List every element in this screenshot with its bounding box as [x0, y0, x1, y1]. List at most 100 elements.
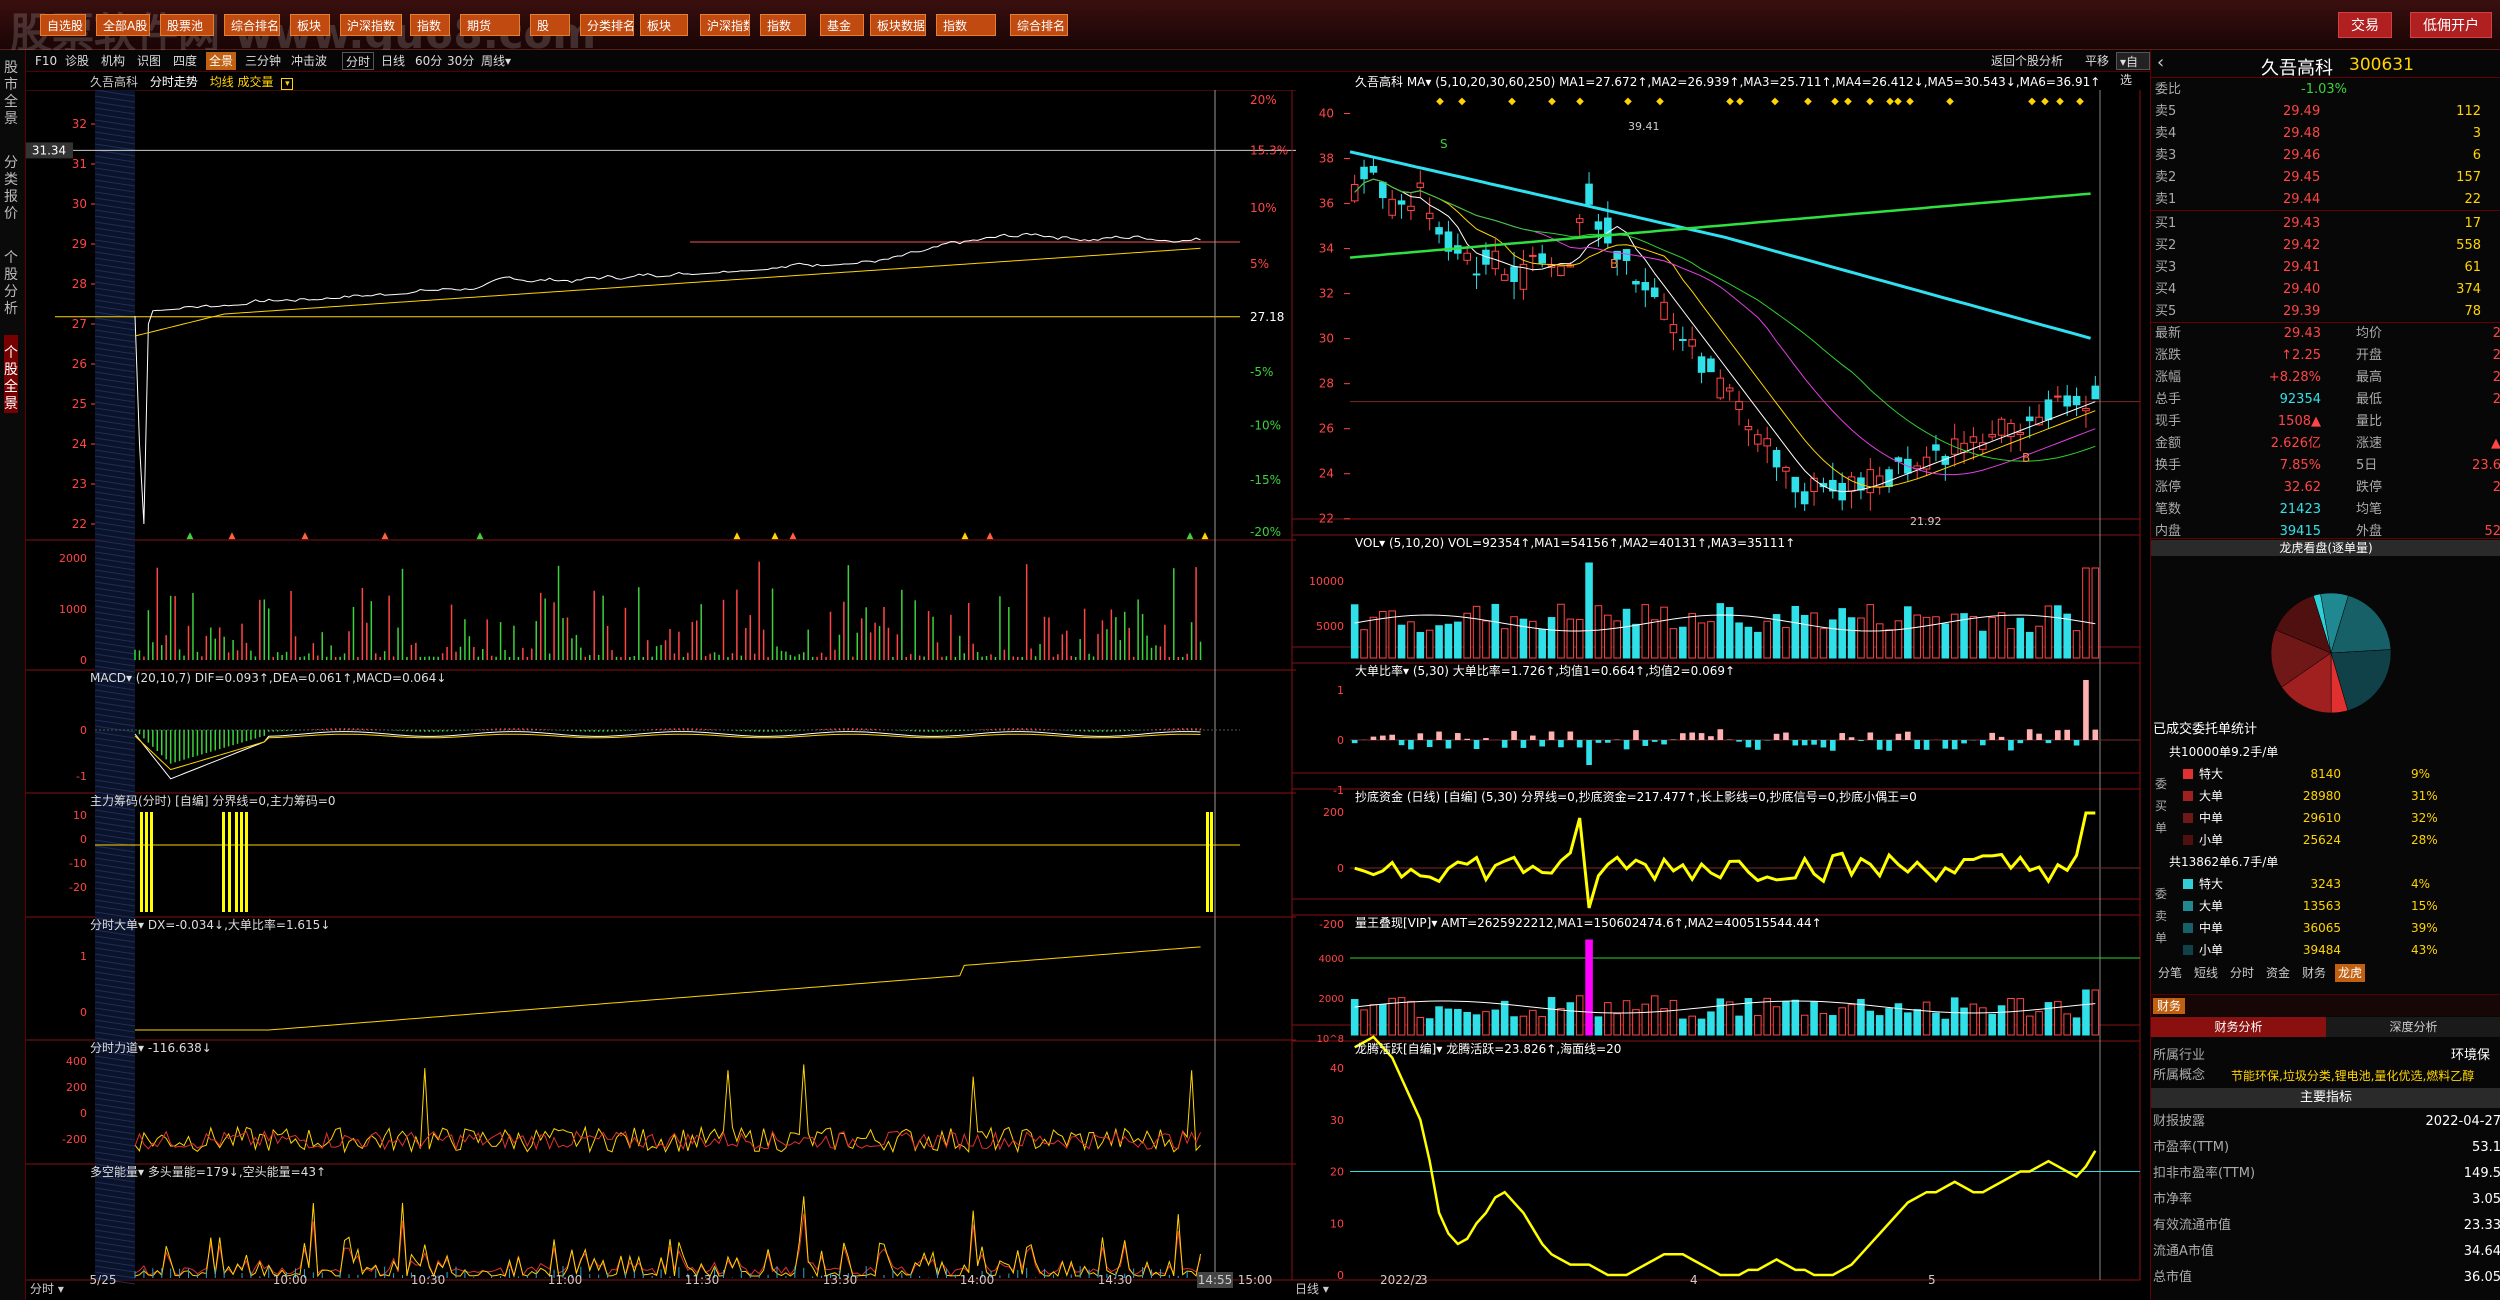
panel-tab-1[interactable]: 短线 — [2191, 964, 2221, 982]
big-order-title[interactable]: 分时大单▾ DX=-0.034↓,大单比率=1.615↓ — [90, 917, 330, 933]
finance-subtab-analysis[interactable]: 财务分析 — [2151, 1017, 2326, 1037]
topbar-button-5[interactable]: 沪深指数 — [340, 14, 402, 36]
pan-button[interactable]: 平移 — [2082, 52, 2112, 70]
energy-title[interactable]: 多空能量▾ 多头量能=179↓,空头能量=43↑ — [90, 1164, 326, 1180]
stat-value-2: ▲ — [2491, 436, 2500, 451]
topbar-button-6[interactable]: 指数 — [410, 14, 450, 36]
order-count: 29610 — [2302, 811, 2341, 825]
big-ratio-bar — [1858, 740, 1864, 741]
panel-tab-4[interactable]: 财务 — [2299, 964, 2329, 982]
panel-tab-0[interactable]: 分笔 — [2155, 964, 2185, 982]
volume-king-title[interactable]: 量王叠现[VIP]▾ AMT=2625922212,MA1=150602474.… — [1355, 915, 1822, 931]
topbar-button-10[interactable]: 板块 — [640, 14, 688, 36]
left-tab-overview[interactable]: 个股全景 — [4, 335, 18, 413]
period-30min[interactable]: 30分 — [444, 52, 477, 70]
sell-price[interactable]: 29.45 — [2283, 168, 2320, 188]
topbar-button-4[interactable]: 板块 — [290, 14, 330, 36]
topbar-button-8[interactable]: 股 — [530, 14, 570, 36]
big-ratio-bar — [1576, 740, 1583, 748]
intraday-period-select[interactable]: 分时 ▾ — [30, 1281, 64, 1297]
sell-price[interactable]: 29.49 — [2283, 102, 2320, 122]
intraday-legend-dropdown[interactable]: ▾ — [281, 78, 294, 90]
big-ratio-bar — [2036, 733, 2042, 740]
daily-ma-title[interactable]: 久吾高科 MA▾ (5,10,20,30,60,250) MA1=27.672↑… — [1355, 74, 2145, 90]
topbar-button-7[interactable]: 期货 — [460, 14, 520, 36]
watchlist-select[interactable]: ▾自选 — [2116, 52, 2150, 87]
volume-king-tick: 10^8 — [1317, 1034, 1344, 1045]
buy-price[interactable]: 29.39 — [2283, 302, 2320, 322]
back-arrow-icon[interactable]: ‹ — [2157, 52, 2164, 73]
panel-tab-5[interactable]: 龙虎 — [2335, 964, 2366, 982]
buy-price[interactable]: 29.42 — [2283, 236, 2320, 256]
volume-king-bar — [1716, 998, 1725, 1036]
back-to-stock-analysis[interactable]: 返回个股分析 — [1988, 52, 2066, 70]
left-tab-market[interactable]: 股市全景 — [4, 50, 18, 128]
topbar-button-11[interactable]: 沪深指数 — [700, 14, 750, 36]
buy-level-label: 买2 — [2155, 238, 2177, 253]
tab-four-degree[interactable]: 四度 — [170, 52, 200, 70]
buy-price[interactable]: 29.41 — [2283, 258, 2320, 278]
tab-recognize[interactable]: 识图 — [134, 52, 164, 70]
big-ratio-bar — [1773, 733, 1780, 740]
buy-price[interactable]: 29.40 — [2283, 280, 2320, 300]
daily-signal-diamond: ◆ — [2041, 96, 2049, 107]
dragon-active-title[interactable]: 龙腾活跃[自编]▾ 龙腾活跃=23.826↑,海面线=20 — [1355, 1041, 1621, 1057]
sell-price[interactable]: 29.46 — [2283, 146, 2320, 166]
topbar-button-13[interactable]: 基金 — [820, 14, 864, 36]
sell-price[interactable]: 29.48 — [2283, 124, 2320, 144]
topbar-button-1[interactable]: 全部A股 — [96, 14, 150, 36]
order-count: 39484 — [2302, 943, 2341, 957]
topbar-button-3[interactable]: 综合排名 — [224, 14, 280, 36]
daily-chart[interactable]: 40383634323028262422◆ ◆ ◆ ◆ ◆ ◆ ◆ ◆ ◆ ◆ ◆ ◆ ◆ ◆ ◆ ◆ ◆ ◆ ◆ ◆… — [1290, 90, 2150, 1300]
tab-diagnose[interactable]: 诊股 — [62, 52, 92, 70]
topbar-button-14[interactable]: 板块数据 — [870, 14, 926, 36]
big-ratio-title[interactable]: 大单比率▾ (5,30) 大单比率=1.726↑,均值1=0.664↑,均值2=… — [1355, 663, 1735, 679]
bottom-fund-title[interactable]: 抄底资金 (日线) [自编] (5,30) 分界线=0,抄底资金=217.477… — [1355, 789, 2135, 805]
topbar-button-12[interactable]: 指数 — [760, 14, 806, 36]
bottom-fund-tick: 0 — [1337, 862, 1344, 875]
tab-impact-wave[interactable]: 冲击波 — [288, 52, 330, 70]
period-weekly[interactable]: 周线▾ — [478, 52, 514, 70]
big-ratio-bar — [1783, 732, 1789, 740]
panel-tab-3[interactable]: 资金 — [2263, 964, 2293, 982]
left-tab-analysis[interactable]: 个股分析 — [4, 240, 18, 318]
buy-level-label: 买5 — [2155, 304, 2177, 319]
topbar-button-2[interactable]: 股票池 — [160, 14, 214, 36]
tab-institution[interactable]: 机构 — [98, 52, 128, 70]
order-pct: 43% — [2411, 943, 2438, 957]
finance-tab[interactable]: 财务 — [2153, 998, 2186, 1014]
finance-label: 扣非市盈率(TTM) — [2153, 1166, 2256, 1181]
intraday-chart[interactable]: 32 31 30 29 28 27 26 25 24 23 22 31.34 20% 15.3% 10% 5%… — [26, 90, 1296, 1300]
open-account-button[interactable]: 低佣开户 — [2410, 12, 2492, 38]
price-tick: 28 — [72, 277, 87, 291]
power-title[interactable]: 分时力道▾ -116.638↓ — [90, 1040, 212, 1056]
daily-volume-bar — [1932, 616, 1940, 659]
panel-tab-2[interactable]: 分时 — [2227, 964, 2257, 982]
side-label: 买 — [2155, 799, 2168, 813]
topbar-button-9[interactable]: 分类排名 — [580, 14, 634, 36]
period-intraday[interactable]: 分时 — [342, 52, 375, 70]
sell-price[interactable]: 29.44 — [2283, 190, 2320, 210]
left-tab-ranking[interactable]: 分类报价 — [4, 145, 18, 223]
finance-subtab-deep[interactable]: 深度分析 — [2326, 1017, 2500, 1037]
volume-king-bar — [1472, 1014, 1481, 1036]
tab-three-min[interactable]: 三分钟 — [242, 52, 284, 70]
trade-button[interactable]: 交易 — [2338, 12, 2392, 38]
period-daily[interactable]: 日线 — [378, 52, 408, 70]
volume-king-bar — [1622, 1000, 1631, 1036]
topbar-button-16[interactable]: 综合排名 — [1010, 14, 1068, 36]
tab-f10[interactable]: F10 — [32, 52, 60, 70]
volume-king-bar — [1350, 999, 1359, 1036]
topbar-button-15[interactable]: 指数 — [936, 14, 996, 36]
period-60min[interactable]: 60分 — [412, 52, 445, 70]
main-chip-title[interactable]: 主力筹码(分时) [自编] 分界线=0,主力筹码=0 — [90, 793, 336, 809]
volume-title[interactable]: VOL▾ (5,10,20) VOL=92354↑,MA1=54156↑,MA2… — [1355, 535, 1795, 551]
candle-body — [1885, 469, 1893, 487]
tab-panorama[interactable]: 全景 — [206, 52, 237, 70]
daily-volume-bar — [1857, 617, 1865, 659]
buy-price[interactable]: 29.43 — [2283, 214, 2320, 234]
topbar-button-0[interactable]: 自选股 — [40, 14, 86, 36]
macd-title[interactable]: MACD▾ (20,10,7) DIF=0.093↑,DEA=0.061↑,MA… — [90, 670, 447, 686]
daily-period-select[interactable]: 日线 ▾ — [1295, 1281, 1329, 1297]
candle-body — [1782, 466, 1790, 472]
